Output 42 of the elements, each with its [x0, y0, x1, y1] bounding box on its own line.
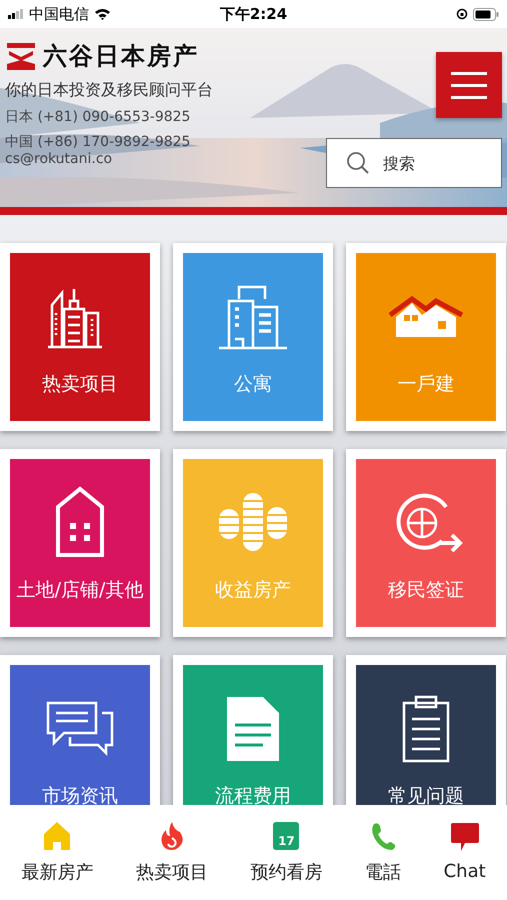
- email-address: cs@rokutani.co: [5, 151, 114, 167]
- category-tile[interactable]: 公寓: [173, 243, 333, 431]
- phone-number: 日本 (+81) 090-6553-9825: [5, 108, 192, 126]
- category-tile[interactable]: 常见问题: [346, 655, 506, 805]
- category-tile[interactable]: 热卖项目: [0, 243, 160, 431]
- tile-label: 公寓: [234, 372, 272, 397]
- tile-label: 移民签证: [388, 578, 464, 603]
- tile-label: 土地/店铺/其他: [16, 578, 144, 603]
- tile-label: 收益房产: [215, 578, 291, 603]
- search-icon: [346, 151, 370, 175]
- carrier-name: 中国电信: [29, 4, 89, 24]
- phone-number: 中国 (+86) 170-9892-9825: [5, 133, 192, 151]
- signal-icon: [8, 9, 24, 19]
- flame-icon: [160, 822, 184, 850]
- menu-button[interactable]: [436, 52, 502, 118]
- nav-item[interactable]: 最新房产: [21, 822, 94, 884]
- chat-icon: [450, 823, 479, 851]
- tagline: 你的日本投资及移民顾问平台: [5, 80, 213, 101]
- calendar-day: 17: [278, 834, 295, 848]
- nav-item[interactable]: 17 预约看房: [250, 822, 322, 884]
- nav-item[interactable]: 热卖项目: [136, 822, 208, 884]
- nav-item[interactable]: Chat: [444, 823, 486, 882]
- tile-label: 一戶建: [398, 372, 454, 397]
- tile-label: 热卖项目: [42, 372, 118, 397]
- home-icon: [44, 822, 70, 850]
- search-field[interactable]: 搜索: [326, 138, 502, 188]
- category-tile[interactable]: 移民签证: [346, 449, 506, 637]
- brand-name: 六谷日本房产: [43, 40, 199, 72]
- category-tile[interactable]: 土地/店铺/其他: [0, 449, 160, 637]
- phone-icon: [370, 822, 396, 850]
- clock-time: 下午2:24: [220, 4, 288, 24]
- wifi-icon: [94, 8, 111, 20]
- rotation-lock-icon: [456, 8, 468, 20]
- tile-label: 市场资讯: [42, 784, 118, 805]
- logo-icon: [5, 40, 37, 72]
- category-tile[interactable]: 流程费用: [173, 655, 333, 805]
- tile-label: 流程费用: [215, 784, 291, 805]
- battery-icon: [473, 8, 499, 20]
- category-tile[interactable]: 市场资讯: [0, 655, 160, 805]
- menu-icon: [451, 70, 487, 100]
- nav-item[interactable]: 電話: [365, 822, 402, 884]
- tile-label: 常见问题: [388, 784, 464, 805]
